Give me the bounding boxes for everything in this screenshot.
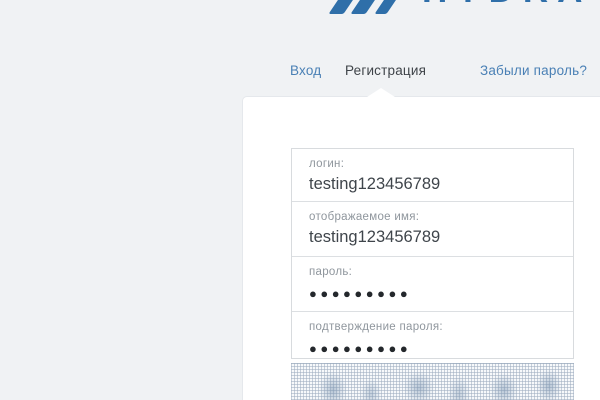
logo-inner: HYDRA <box>330 0 591 14</box>
tab-login[interactable]: Вход <box>290 63 321 78</box>
password-confirm-label: подтверждение пароля: <box>309 321 559 333</box>
password-label: пароль: <box>309 266 559 278</box>
registration-panel: логин: отображаемое имя: пароль: подтвер… <box>243 97 600 400</box>
logo-text: HYDRA <box>422 0 591 14</box>
tab-registration[interactable]: Регистрация <box>345 63 426 78</box>
login-label: логин: <box>309 158 559 170</box>
display-name-label: отображаемое имя: <box>309 211 559 223</box>
auth-tabs: Вход Регистрация Забыли пароль? <box>0 63 600 81</box>
registration-page: HYDRA Вход Регистрация Забыли пароль? ло… <box>0 0 600 400</box>
password-confirm-input[interactable] <box>309 341 559 356</box>
tab-forgot-password[interactable]: Забыли пароль? <box>480 63 587 78</box>
display-name-field-row[interactable]: отображаемое имя: <box>292 201 573 256</box>
registration-form: логин: отображаемое имя: пароль: подтвер… <box>291 148 574 359</box>
login-input[interactable] <box>309 175 559 194</box>
password-input[interactable] <box>309 286 559 301</box>
password-confirm-field-row[interactable]: подтверждение пароля: <box>292 311 573 358</box>
panel-notch <box>367 88 395 97</box>
captcha-image[interactable] <box>291 363 574 400</box>
display-name-input[interactable] <box>309 228 559 247</box>
hydra-stripes-icon <box>330 0 408 14</box>
site-logo: HYDRA <box>0 0 600 16</box>
password-field-row[interactable]: пароль: <box>292 256 573 311</box>
login-field-row[interactable]: логин: <box>292 149 573 201</box>
